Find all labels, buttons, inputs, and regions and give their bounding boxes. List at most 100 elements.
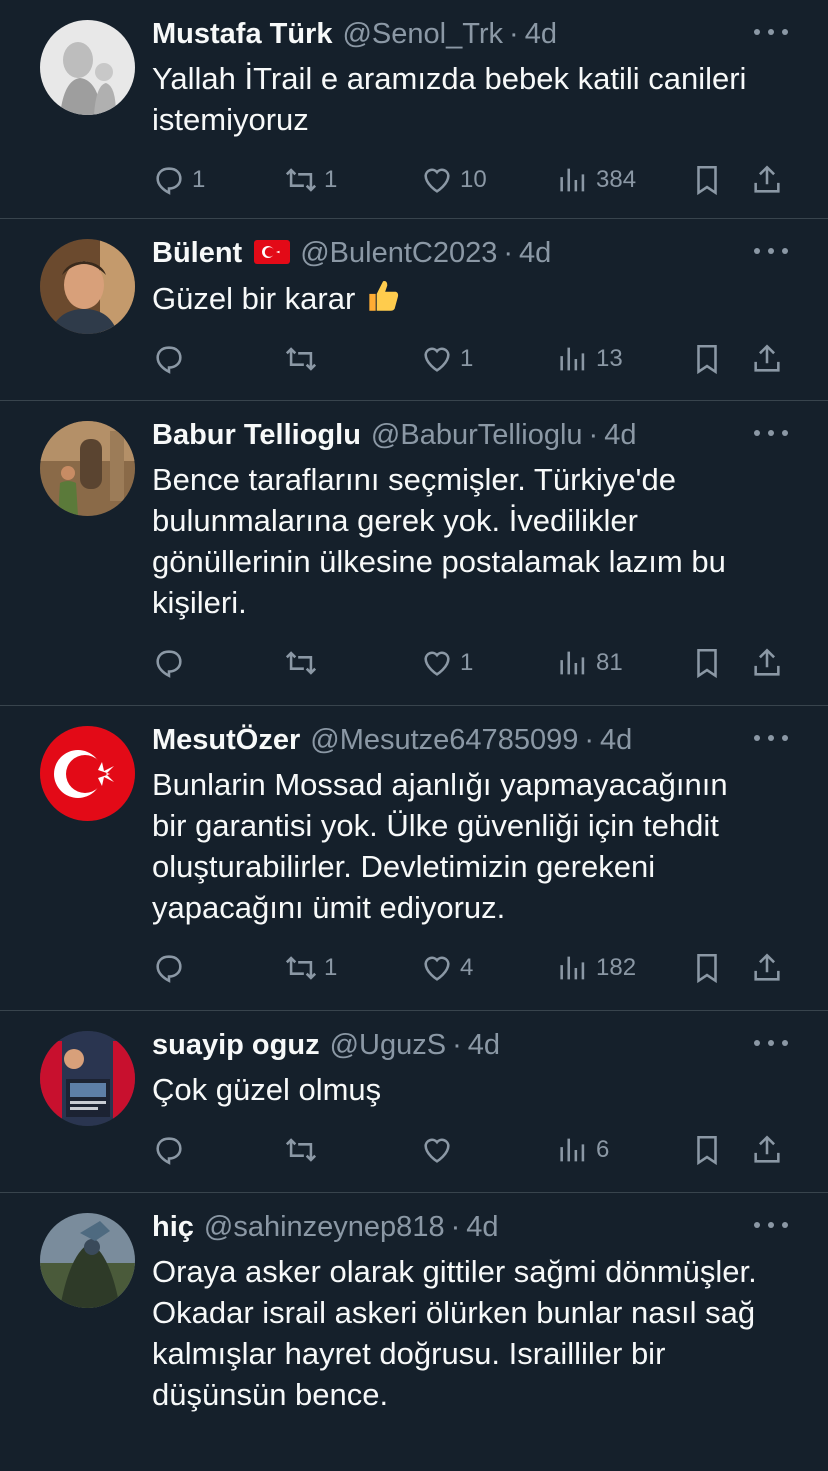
avatar[interactable] (40, 1213, 135, 1308)
more-icon[interactable] (754, 1213, 788, 1237)
separator: · (503, 237, 514, 269)
like-icon (424, 956, 450, 981)
retweet-button[interactable] (284, 646, 324, 680)
avatar[interactable] (40, 1031, 135, 1126)
views-count: 182 (596, 954, 637, 981)
thumbs-up-emoji (369, 281, 399, 311)
retweet-button[interactable] (284, 342, 324, 376)
share-icon (754, 648, 780, 676)
avatar[interactable] (40, 20, 135, 115)
share-button[interactable] (750, 951, 784, 985)
retweet-icon (285, 168, 317, 192)
like-button[interactable]: 1 (420, 342, 473, 376)
more-icon[interactable] (754, 1031, 788, 1055)
timestamp[interactable]: 4d (600, 724, 632, 757)
like-button[interactable]: 1 (420, 646, 473, 680)
author-name[interactable]: suayip oguz (152, 1029, 320, 1062)
retweet-button[interactable]: 1 (284, 951, 337, 985)
bookmark-button[interactable] (690, 163, 724, 197)
share-button[interactable] (750, 342, 784, 376)
retweet-icon (285, 347, 317, 371)
reply-icon (156, 650, 182, 678)
author-handle[interactable]: @BaburTellioglu (371, 419, 583, 452)
more-icon[interactable] (754, 239, 788, 263)
tweet[interactable]: suayip oguz @UguzS · 4d Çok güzel olmuş … (0, 1011, 828, 1193)
author-handle[interactable]: @Senol_Trk (342, 18, 503, 51)
author-handle[interactable]: @sahinzeynep818 (204, 1211, 445, 1244)
views-button[interactable]: 384 (556, 163, 636, 197)
author-handle[interactable]: @Mesutze64785099 (310, 724, 578, 757)
separator: · (452, 1029, 462, 1061)
views-icon (560, 347, 585, 371)
views-count: 13 (596, 345, 623, 372)
author-name[interactable]: Mustafa Türk (152, 18, 332, 51)
like-count: 4 (460, 954, 474, 981)
more-icon[interactable] (754, 20, 788, 44)
views-button[interactable]: 13 (556, 342, 623, 376)
like-button[interactable] (420, 1133, 460, 1167)
views-button[interactable]: 6 (556, 1133, 609, 1167)
reply-button[interactable] (152, 342, 192, 376)
avatar[interactable] (40, 239, 135, 334)
like-count: 1 (460, 649, 474, 676)
separator: · (588, 419, 599, 451)
more-icon[interactable] (754, 726, 788, 750)
reply-icon (156, 955, 182, 983)
reply-count: 1 (192, 166, 206, 193)
share-button[interactable] (750, 163, 784, 197)
reply-button[interactable] (152, 1133, 192, 1167)
share-button[interactable] (750, 1133, 784, 1167)
action-bar: 1 4 182 (152, 948, 788, 988)
tweet[interactable]: Bülent @BulentC2023 · 4d Güzel bir karar… (0, 219, 828, 401)
timestamp[interactable]: 4d (468, 1029, 500, 1062)
views-count: 6 (596, 1136, 610, 1163)
tweet-text: Yallah İTrail e aramızda bebek katili ca… (152, 61, 747, 137)
bookmark-button[interactable] (690, 342, 724, 376)
bookmark-button[interactable] (690, 646, 724, 680)
like-count: 1 (460, 345, 474, 372)
author-handle[interactable]: @BulentC2023 (300, 237, 497, 270)
action-bar: 1 81 (152, 643, 788, 683)
bookmark-button[interactable] (690, 1133, 724, 1167)
author-name[interactable]: MesutÖzer (152, 724, 300, 757)
share-icon (754, 165, 780, 193)
views-icon (560, 168, 585, 192)
share-icon (754, 953, 780, 981)
timestamp[interactable]: 4d (525, 18, 557, 51)
separator: · (584, 724, 595, 756)
author-name[interactable]: Bülent (152, 237, 242, 270)
reply-button[interactable]: 1 (152, 163, 205, 197)
views-button[interactable]: 81 (556, 646, 623, 680)
like-button[interactable]: 10 (420, 163, 487, 197)
tweet[interactable]: hiç @sahinzeynep818 · 4d Oraya asker ola… (0, 1193, 828, 1471)
reply-button[interactable] (152, 951, 192, 985)
views-icon (560, 956, 585, 980)
reply-icon (156, 167, 182, 195)
reply-feed: Mustafa Türk @Senol_Trk · 4d Yallah İTra… (0, 0, 828, 1471)
timestamp[interactable]: 4d (519, 237, 551, 270)
reply-button[interactable] (152, 646, 192, 680)
more-icon[interactable] (754, 421, 788, 445)
retweet-button[interactable]: 1 (284, 163, 337, 197)
bookmark-button[interactable] (690, 951, 724, 985)
tweet[interactable]: MesutÖzer @Mesutze64785099 · 4d Bunlarin… (0, 706, 828, 1011)
tweet-text: Oraya asker olarak gittiler sağmi dönmüş… (152, 1254, 757, 1412)
views-icon (560, 1138, 585, 1162)
retweet-button[interactable] (284, 1133, 324, 1167)
tweet-text: Güzel bir karar (152, 277, 788, 319)
author-name[interactable]: hiç (152, 1211, 194, 1244)
like-button[interactable]: 4 (420, 951, 473, 985)
tweet[interactable]: Mustafa Türk @Senol_Trk · 4d Yallah İTra… (0, 0, 828, 219)
share-button[interactable] (750, 646, 784, 680)
views-button[interactable]: 182 (556, 951, 636, 985)
tweet-text-content: Güzel bir karar (152, 281, 356, 316)
avatar[interactable] (40, 726, 135, 821)
tweet[interactable]: Babur Tellioglu @BaburTellioglu · 4d Ben… (0, 401, 828, 706)
share-icon (754, 1135, 780, 1163)
timestamp[interactable]: 4d (466, 1211, 498, 1244)
timestamp[interactable]: 4d (604, 419, 636, 452)
author-handle[interactable]: @UguzS (330, 1029, 446, 1062)
avatar[interactable] (40, 421, 135, 516)
bookmark-icon (697, 1135, 717, 1166)
author-name[interactable]: Babur Tellioglu (152, 419, 361, 452)
